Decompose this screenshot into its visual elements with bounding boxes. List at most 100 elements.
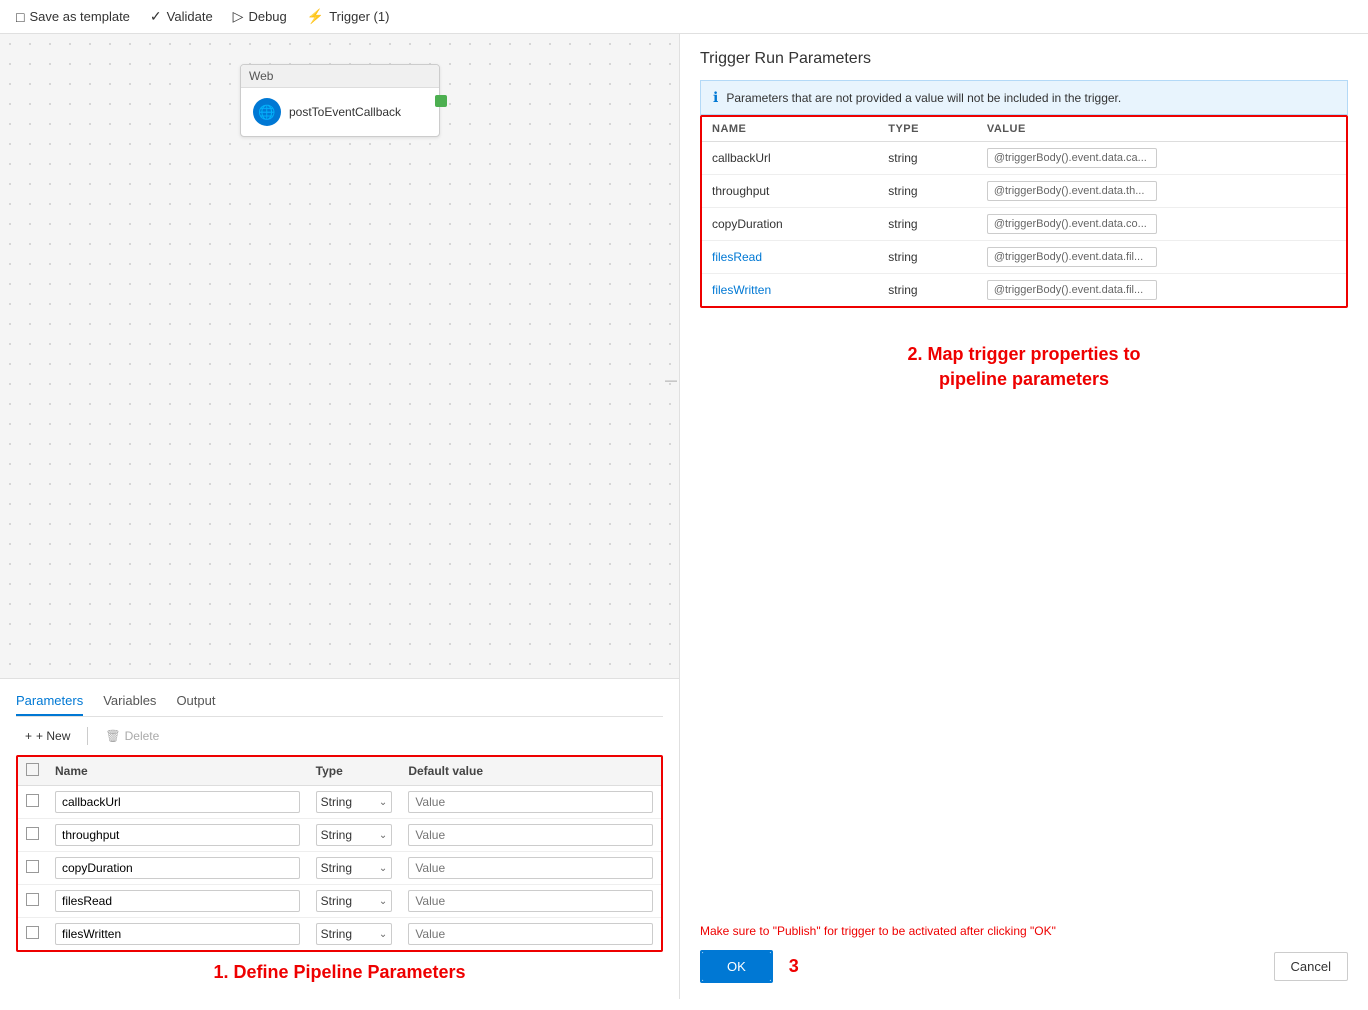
param-type-select[interactable]: String ⌄ [316,857,393,879]
param-type-select[interactable]: String ⌄ [316,824,393,846]
main-container: Web 🌐 postToEventCallback — Parameters V… [0,34,1368,999]
trigger-row-value [977,274,1346,307]
row-type-cell: String ⌄ [308,852,401,885]
info-banner: ℹ Parameters that are not provided a val… [700,80,1348,115]
header-default-value: Default value [400,757,661,786]
table-row: String ⌄ [18,918,661,951]
step2-annotation: 2. Map trigger properties topipeline par… [700,322,1348,402]
trigger-row-type: string [878,274,977,307]
cancel-button[interactable]: Cancel [1274,952,1348,981]
row-checkbox-cell [18,885,47,918]
row-checkbox[interactable] [26,794,39,807]
param-value-input[interactable] [408,824,653,846]
tab-output[interactable]: Output [176,689,215,716]
tab-variables[interactable]: Variables [103,689,156,716]
table-row: String ⌄ [18,819,661,852]
row-name-cell [47,786,308,819]
footer-buttons: OK 3 Cancel [700,950,1348,983]
trigger-header-value: VALUE [977,117,1346,142]
row-name-cell [47,918,308,951]
row-type-cell: String ⌄ [308,786,401,819]
trigger-table-row: throughput string [702,175,1346,208]
validate-icon: ✓ [150,8,162,25]
param-type-select[interactable]: String ⌄ [316,923,393,945]
new-param-button[interactable]: + + New [16,725,79,747]
row-checkbox-cell [18,786,47,819]
row-name-cell [47,852,308,885]
trigger-row-name: filesRead [702,241,878,274]
chevron-down-icon: ⌄ [379,929,387,940]
debug-button[interactable]: ▷ Debug [233,8,287,25]
row-type-cell: String ⌄ [308,918,401,951]
right-footer: Make sure to "Publish" for trigger to be… [700,908,1348,983]
trigger-row-type: string [878,142,977,175]
left-panel: Web 🌐 postToEventCallback — Parameters V… [0,34,680,999]
trigger-row-value [977,142,1346,175]
row-checkbox-cell [18,852,47,885]
chevron-down-icon: ⌄ [379,896,387,907]
trigger-header-name: NAME [702,117,878,142]
param-value-input[interactable] [408,890,653,912]
param-value-input[interactable] [408,791,653,813]
trigger-value-input[interactable] [987,280,1157,300]
param-name-input[interactable] [55,890,300,912]
pipeline-node: Web 🌐 postToEventCallback [240,64,440,137]
step3-label: 3 [789,956,799,977]
row-checkbox[interactable] [26,893,39,906]
params-table-wrapper: Name Type Default value [16,755,663,952]
header-name: Name [47,757,308,786]
tabs-row: Parameters Variables Output [16,689,663,717]
row-name-cell [47,885,308,918]
row-checkbox[interactable] [26,926,39,939]
trigger-value-input[interactable] [987,214,1157,234]
toolbar: □ Save as template ✓ Validate ▷ Debug ⚡ … [0,0,1368,34]
validate-button[interactable]: ✓ Validate [150,8,213,25]
row-checkbox-cell [18,819,47,852]
select-all-checkbox[interactable] [26,763,39,776]
node-icon: 🌐 [253,98,281,126]
info-icon: ℹ [713,89,718,106]
param-name-input[interactable] [55,923,300,945]
collapse-bar[interactable]: — [663,372,679,388]
node-header: Web [241,65,439,88]
row-checkbox[interactable] [26,827,39,840]
trigger-row-name: callbackUrl [702,142,878,175]
param-name-input[interactable] [55,824,300,846]
step1-annotation: 1. Define Pipeline Parameters [16,952,663,989]
trigger-row-name: filesWritten [702,274,878,307]
trigger-table-row: filesWritten string [702,274,1346,307]
save-template-button[interactable]: □ Save as template [16,9,130,25]
ok-button[interactable]: OK [702,952,771,981]
row-value-cell [400,885,661,918]
row-value-cell [400,852,661,885]
table-row: String ⌄ [18,786,661,819]
chevron-down-icon: ⌄ [379,830,387,841]
trigger-table-row: callbackUrl string [702,142,1346,175]
row-value-cell [400,918,661,951]
canvas-area: Web 🌐 postToEventCallback — [0,34,679,678]
params-toolbar: + + New 🗑 Delete [16,725,663,747]
param-name-input[interactable] [55,791,300,813]
trigger-value-input[interactable] [987,148,1157,168]
param-value-input[interactable] [408,923,653,945]
publish-warning: Make sure to "Publish" for trigger to be… [700,924,1348,938]
trigger-value-input[interactable] [987,247,1157,267]
trigger-row-value [977,208,1346,241]
delete-param-button[interactable]: 🗑 Delete [96,725,168,747]
trigger-row-type: string [878,241,977,274]
trigger-row-value [977,241,1346,274]
tab-parameters[interactable]: Parameters [16,689,83,716]
trigger-table-row: copyDuration string [702,208,1346,241]
trigger-button[interactable]: ⚡ Trigger (1) [307,8,390,25]
trigger-value-input[interactable] [987,181,1157,201]
param-value-input[interactable] [408,857,653,879]
row-checkbox[interactable] [26,860,39,873]
row-value-cell [400,786,661,819]
row-checkbox-cell [18,918,47,951]
panel-title: Trigger Run Parameters [700,50,1348,68]
param-type-select[interactable]: String ⌄ [316,890,393,912]
param-type-select[interactable]: String ⌄ [316,791,393,813]
trigger-header-type: TYPE [878,117,977,142]
bottom-panel: Parameters Variables Output + + New 🗑 [0,678,679,999]
param-name-input[interactable] [55,857,300,879]
